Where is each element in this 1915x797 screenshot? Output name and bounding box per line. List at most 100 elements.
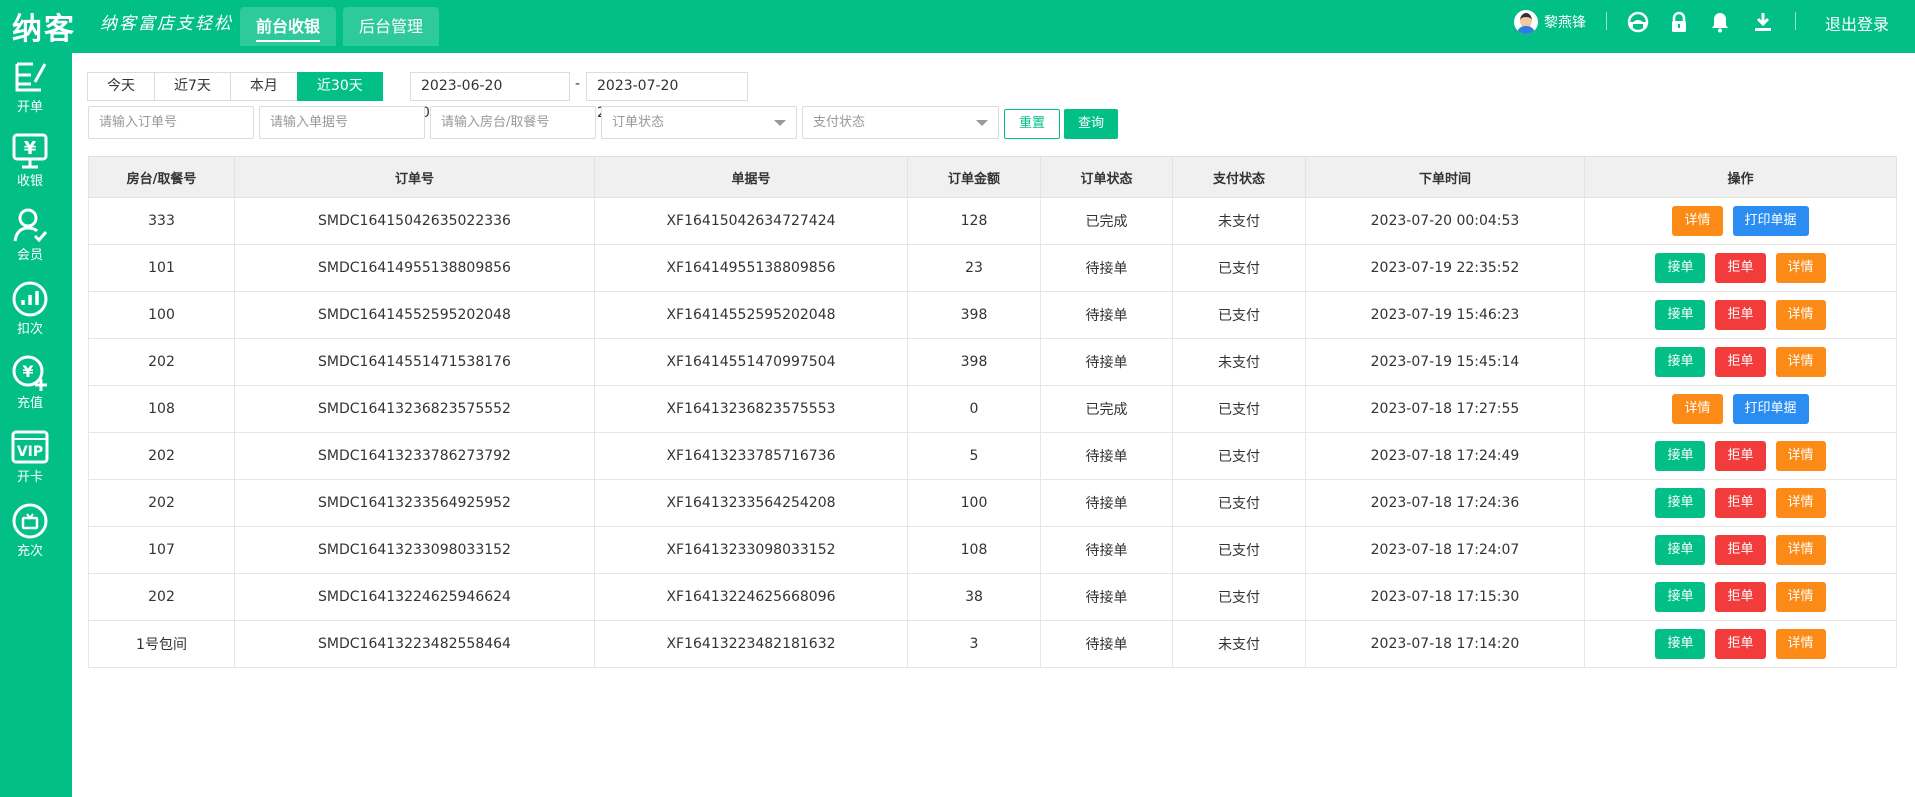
range-month-button[interactable]: 本月 <box>229 72 298 101</box>
range-today-button[interactable]: 今天 <box>87 72 155 101</box>
start-date-input[interactable]: 2023-06-20 00:00:00 <box>410 72 570 121</box>
print-receipt-button[interactable]: 打印单据 <box>1732 206 1809 236</box>
logout-button[interactable]: 退出登录 <box>1825 11 1889 35</box>
order-no-input[interactable]: 请输入订单号 <box>88 106 254 139</box>
room-no-input[interactable]: 请输入房台/取餐号 <box>430 106 596 139</box>
reject-order-button[interactable]: 拒单 <box>1715 629 1766 659</box>
cell-bill-no: XF16414955138809856 <box>594 244 908 292</box>
cell-order-status: 待接单 <box>1040 291 1173 339</box>
sidebar-item-open-order[interactable]: 开单 <box>0 52 60 124</box>
table-row[interactable]: 107 SMDC16413233098033152 XF16413233098033… <box>88 526 1897 574</box>
accept-order-button[interactable]: 接单 <box>1655 347 1706 377</box>
cell-order-no: SMDC16413233564925952 <box>234 479 595 527</box>
accept-order-button[interactable]: 接单 <box>1655 582 1706 612</box>
headset-icon[interactable] <box>1626 10 1650 34</box>
detail-button[interactable]: 详情 <box>1775 629 1826 659</box>
orders-table: 房台/取餐号 订单号 单据号 订单金额 订单状态 支付状态 下单时间 操作 33… <box>88 156 1897 668</box>
table-row[interactable]: 202 SMDC16414551471538176 XF16414551470997… <box>88 338 1897 386</box>
cell-time: 2023-07-18 17:27:55 <box>1305 385 1585 433</box>
detail-button[interactable]: 详情 <box>1775 253 1826 283</box>
cell-bill-no: XF16413236823575553 <box>594 385 908 433</box>
cell-order-status: 已完成 <box>1040 385 1173 433</box>
cell-amount: 0 <box>907 385 1041 433</box>
table-row[interactable]: 108 SMDC16413236823575552 XF16413236823575… <box>88 385 1897 433</box>
reject-order-button[interactable]: 拒单 <box>1715 347 1766 377</box>
lock-icon[interactable] <box>1667 10 1691 34</box>
print-receipt-button[interactable]: 打印单据 <box>1732 394 1809 424</box>
reject-order-button[interactable]: 拒单 <box>1715 441 1766 471</box>
accept-order-button[interactable]: 接单 <box>1655 253 1706 283</box>
detail-button[interactable]: 详情 <box>1775 300 1826 330</box>
bell-icon[interactable] <box>1708 10 1732 34</box>
table-row[interactable]: 202 SMDC16413224625946624 XF16413224625668… <box>88 573 1897 621</box>
end-date-input[interactable]: 2023-07-20 23:59:59 <box>586 72 748 121</box>
cell-order-status: 待接单 <box>1040 620 1173 668</box>
range-7days-button[interactable]: 近7天 <box>154 72 231 101</box>
sidebar-item-label: 会员 <box>16 248 43 263</box>
download-icon[interactable] <box>1751 10 1775 34</box>
table-row[interactable]: 202 SMDC16413233564925952 XF16413233564254… <box>88 479 1897 527</box>
edit-order-icon <box>15 62 47 92</box>
user-menu[interactable]: 黎燕锋 <box>1514 9 1586 35</box>
sidebar-item-cashier[interactable]: ¥ 收银 <box>0 126 60 198</box>
sidebar-item-open-card[interactable]: VIP 开卡 <box>0 422 60 494</box>
cell-pay-status: 未支付 <box>1172 197 1306 245</box>
range-30days-button[interactable]: 近30天 <box>296 72 383 101</box>
reject-order-button[interactable]: 拒单 <box>1715 535 1766 565</box>
table-row[interactable]: 101 SMDC16414955138809856 XF16414955138809… <box>88 244 1897 292</box>
reject-order-button[interactable]: 拒单 <box>1715 300 1766 330</box>
cell-time: 2023-07-18 17:24:49 <box>1305 432 1585 480</box>
active-tab-underline <box>256 40 321 42</box>
sidebar-item-recharge[interactable]: ¥ 充值 <box>0 348 60 420</box>
detail-button[interactable]: 详情 <box>1775 347 1826 377</box>
reject-order-button[interactable]: 拒单 <box>1715 582 1766 612</box>
detail-button[interactable]: 详情 <box>1672 394 1723 424</box>
detail-button[interactable]: 详情 <box>1775 441 1826 471</box>
vip-card-icon: VIP <box>11 430 49 464</box>
accept-order-button[interactable]: 接单 <box>1655 535 1706 565</box>
pay-status-select[interactable]: 支付状态 <box>802 106 999 139</box>
cell-actions: 接单 拒单 详情 <box>1584 479 1897 527</box>
detail-button[interactable]: 详情 <box>1672 206 1723 236</box>
sidebar-item-deduct[interactable]: 扣次 <box>0 274 60 346</box>
reject-order-button[interactable]: 拒单 <box>1715 488 1766 518</box>
header-divider <box>1795 12 1796 30</box>
table-row[interactable]: 1号包间 SMDC16413223482558464 XF1641322348218… <box>88 620 1897 668</box>
cell-order-status: 待接单 <box>1040 479 1173 527</box>
order-status-select[interactable]: 订单状态 <box>601 106 797 139</box>
cell-pay-status: 已支付 <box>1172 385 1306 433</box>
svg-text:¥: ¥ <box>22 362 33 381</box>
accept-order-button[interactable]: 接单 <box>1655 488 1706 518</box>
column-header: 支付状态 <box>1172 156 1306 198</box>
sidebar-item-member[interactable]: 会员 <box>0 200 60 272</box>
table-row[interactable]: 100 SMDC16414552595202048 XF16414552595202… <box>88 291 1897 339</box>
deduct-icon <box>12 281 48 317</box>
cell-actions: 接单 拒单 详情 <box>1584 620 1897 668</box>
cell-order-no: SMDC16413236823575552 <box>234 385 595 433</box>
bill-no-input[interactable]: 请输入单据号 <box>259 106 425 139</box>
logo-slogan: 纳客富店支轻松 <box>100 14 233 34</box>
cashier-icon: ¥ <box>12 133 48 169</box>
detail-button[interactable]: 详情 <box>1775 535 1826 565</box>
tab-front-cashier[interactable]: 前台收银 <box>240 7 337 46</box>
detail-button[interactable]: 详情 <box>1775 488 1826 518</box>
cell-bill-no: XF16413233564254208 <box>594 479 908 527</box>
accept-order-button[interactable]: 接单 <box>1655 629 1706 659</box>
query-button[interactable]: 查询 <box>1064 109 1118 139</box>
reset-button[interactable]: 重置 <box>1004 109 1060 139</box>
sidebar-item-recharge-times[interactable]: 充次 <box>0 496 60 568</box>
reject-order-button[interactable]: 拒单 <box>1715 253 1766 283</box>
cell-time: 2023-07-18 17:15:30 <box>1305 573 1585 621</box>
detail-button[interactable]: 详情 <box>1775 582 1826 612</box>
accept-order-button[interactable]: 接单 <box>1655 441 1706 471</box>
column-header: 订单状态 <box>1040 156 1173 198</box>
logo: 纳客 <box>12 12 76 47</box>
column-header: 操作 <box>1584 156 1897 198</box>
accept-order-button[interactable]: 接单 <box>1655 300 1706 330</box>
cell-pay-status: 已支付 <box>1172 432 1306 480</box>
table-row[interactable]: 202 SMDC16413233786273792 XF16413233785716… <box>88 432 1897 480</box>
cell-room: 107 <box>88 526 235 574</box>
table-row[interactable]: 333 SMDC16415042635022336 XF16415042634727… <box>88 197 1897 245</box>
cell-pay-status: 未支付 <box>1172 620 1306 668</box>
tab-backend-admin[interactable]: 后台管理 <box>343 7 440 46</box>
